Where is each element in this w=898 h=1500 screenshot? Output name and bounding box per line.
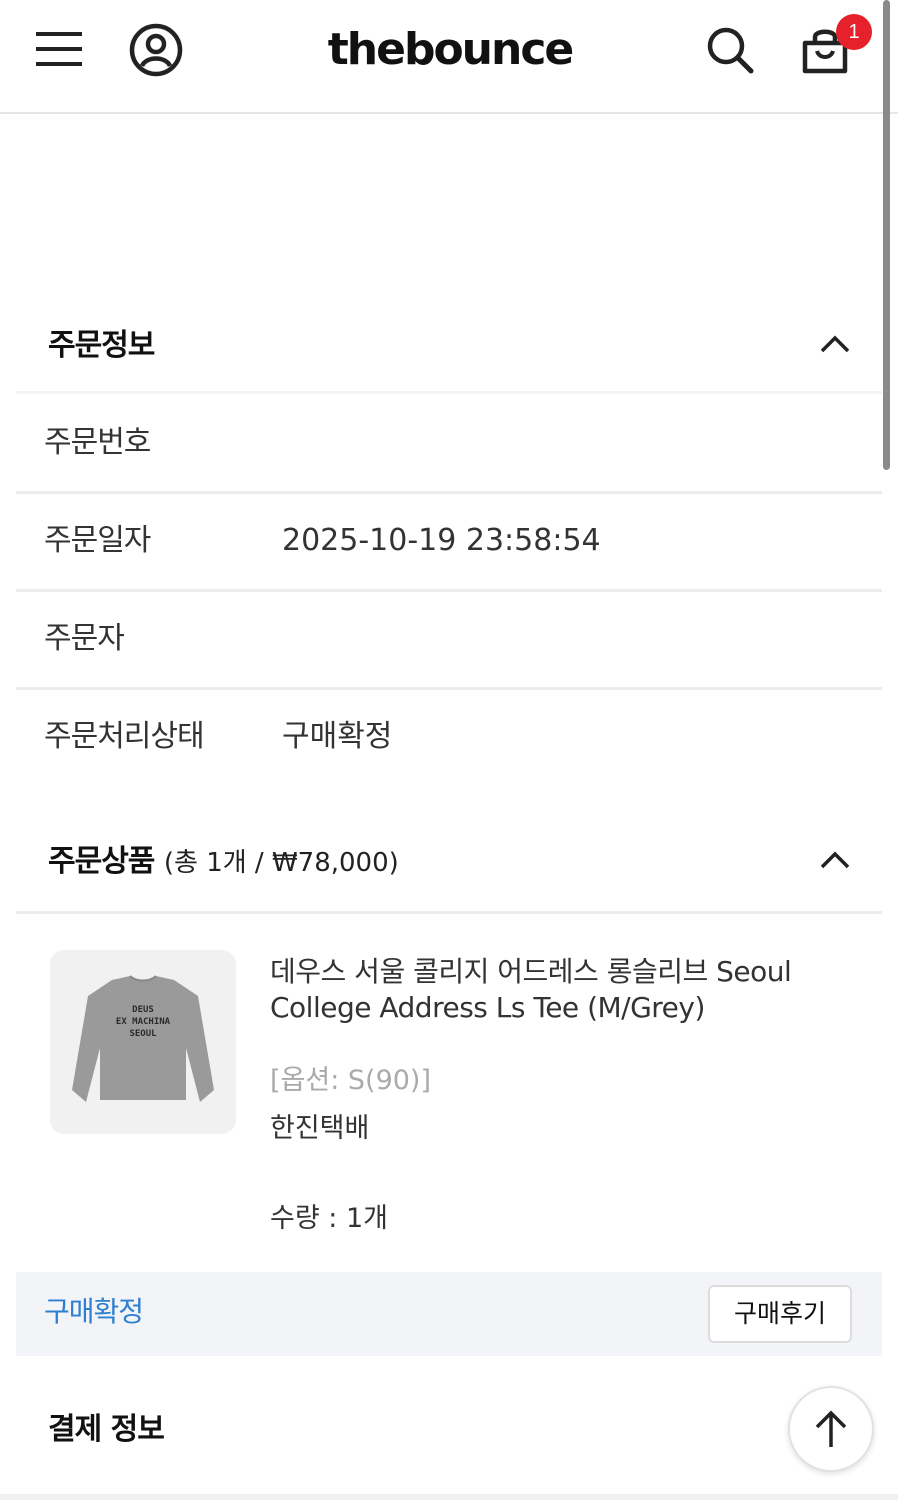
order-status-value: 구매확정: [282, 719, 393, 754]
shipping-carrier: 한진택배: [270, 1113, 370, 1144]
hamburger-menu-icon: [36, 32, 82, 66]
tee-print-line-3: SEOUL: [129, 1029, 157, 1039]
product-option: [옵션: S(90)]: [270, 1065, 431, 1096]
orderer-label: 주문자: [44, 621, 125, 656]
search-icon: [707, 27, 754, 74]
order-info-header[interactable]: 주문정보: [16, 296, 882, 394]
user-profile-icon: [129, 23, 183, 77]
page-scrollbar[interactable]: [883, 0, 890, 470]
order-items-title-text: 주문상품: [48, 844, 155, 879]
write-review-button[interactable]: 구매후기: [708, 1285, 852, 1343]
tee-print-line-2: EX MACHINA: [116, 1017, 171, 1027]
payment-info-title: 결제 정보: [48, 1412, 165, 1447]
order-number-label: 주문번호: [44, 425, 151, 460]
product-quantity: 수량 : 1개: [270, 1203, 388, 1234]
grey-long-sleeve-tee-image: DEUS EX MACHINA SEOUL: [72, 975, 214, 1102]
search-button[interactable]: [700, 20, 760, 80]
order-number-row: 주문번호: [16, 396, 882, 494]
arrow-up-icon: [815, 1410, 847, 1447]
order-date-row: 주문일자 2025-10-19 23:58:54: [16, 494, 882, 592]
cart-count-badge: 1: [836, 14, 872, 50]
order-items-title: 주문상품 (총 1개 / ₩78,000): [48, 836, 399, 880]
bottom-divider: [0, 1494, 898, 1500]
product-name[interactable]: 데우스 서울 콜리지 어드레스 롱슬리브 Seoul College Addre…: [270, 954, 860, 1026]
chevron-up-icon[interactable]: [818, 332, 852, 356]
chevron-up-icon[interactable]: [818, 848, 852, 872]
order-date-label: 주문일자: [44, 523, 151, 558]
purchase-confirmed-status[interactable]: 구매확정: [44, 1272, 144, 1352]
product-thumbnail[interactable]: DEUS EX MACHINA SEOUL: [50, 950, 236, 1134]
order-info-title: 주문정보: [48, 328, 155, 363]
order-date-value: 2025-10-19 23:58:54: [282, 523, 601, 558]
brand-logo[interactable]: thebounce: [300, 20, 600, 80]
scroll-to-top-button[interactable]: [788, 1386, 874, 1472]
payment-info-header[interactable]: 결제 정보: [16, 1380, 882, 1470]
order-status-row: 주문처리상태 구매확정: [16, 690, 882, 788]
menu-button[interactable]: [30, 24, 88, 74]
order-status-label: 주문처리상태: [44, 719, 205, 754]
profile-button[interactable]: [124, 20, 188, 80]
orderer-row: 주문자: [16, 592, 882, 690]
tee-print-line-1: DEUS: [132, 1005, 154, 1015]
order-items-header[interactable]: 주문상품 (총 1개 / ₩78,000): [16, 812, 882, 914]
top-header: thebounce 1: [0, 0, 898, 114]
order-item-action-bar: 구매확정 구매후기: [16, 1272, 882, 1356]
order-items-summary: (총 1개 / ₩78,000): [163, 848, 399, 878]
